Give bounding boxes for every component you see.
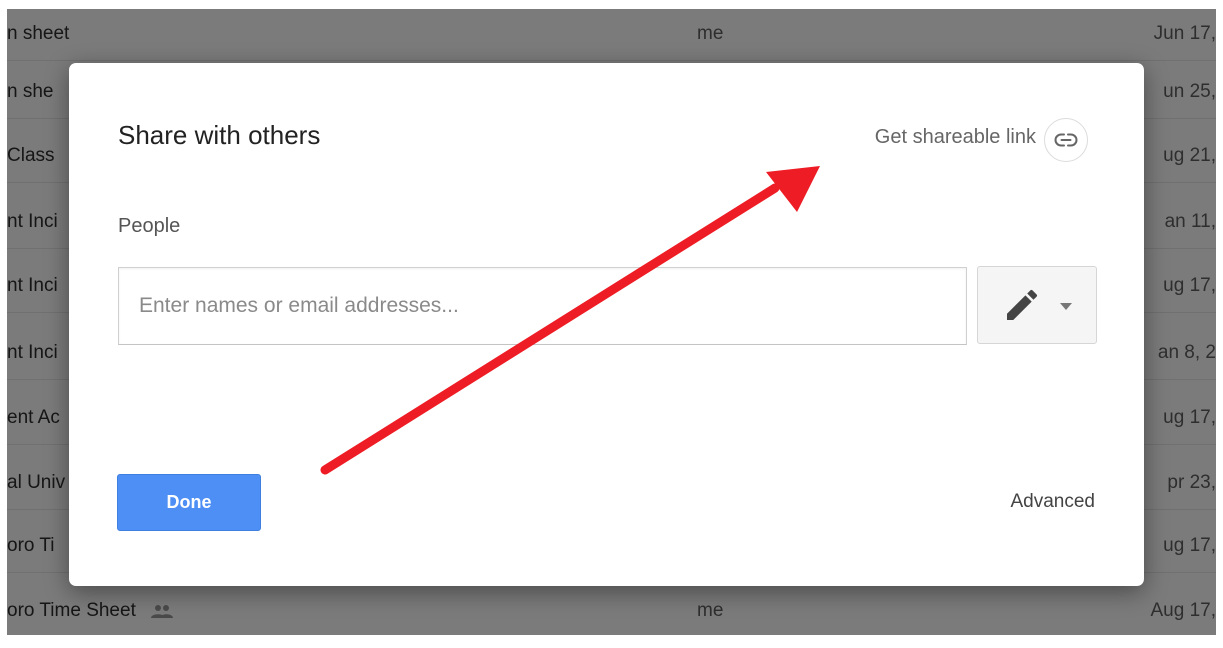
- done-button[interactable]: Done: [117, 474, 261, 531]
- link-icon: [1054, 133, 1078, 147]
- advanced-link[interactable]: Advanced: [1010, 491, 1095, 513]
- people-label: People: [118, 215, 181, 237]
- get-shareable-link[interactable]: Get shareable link: [875, 126, 1036, 149]
- people-input[interactable]: [118, 267, 967, 345]
- dialog-title: Share with others: [118, 120, 321, 150]
- shareable-link-button[interactable]: [1044, 118, 1088, 162]
- screenshot: n sheet me Jun 17, n she un 25, Class ug…: [0, 0, 1223, 648]
- pencil-icon: [1007, 289, 1038, 320]
- permission-dropdown-button[interactable]: [977, 266, 1097, 344]
- caret-down-icon: [1060, 303, 1072, 310]
- share-dialog: Share with others Get shareable link Peo…: [69, 63, 1144, 586]
